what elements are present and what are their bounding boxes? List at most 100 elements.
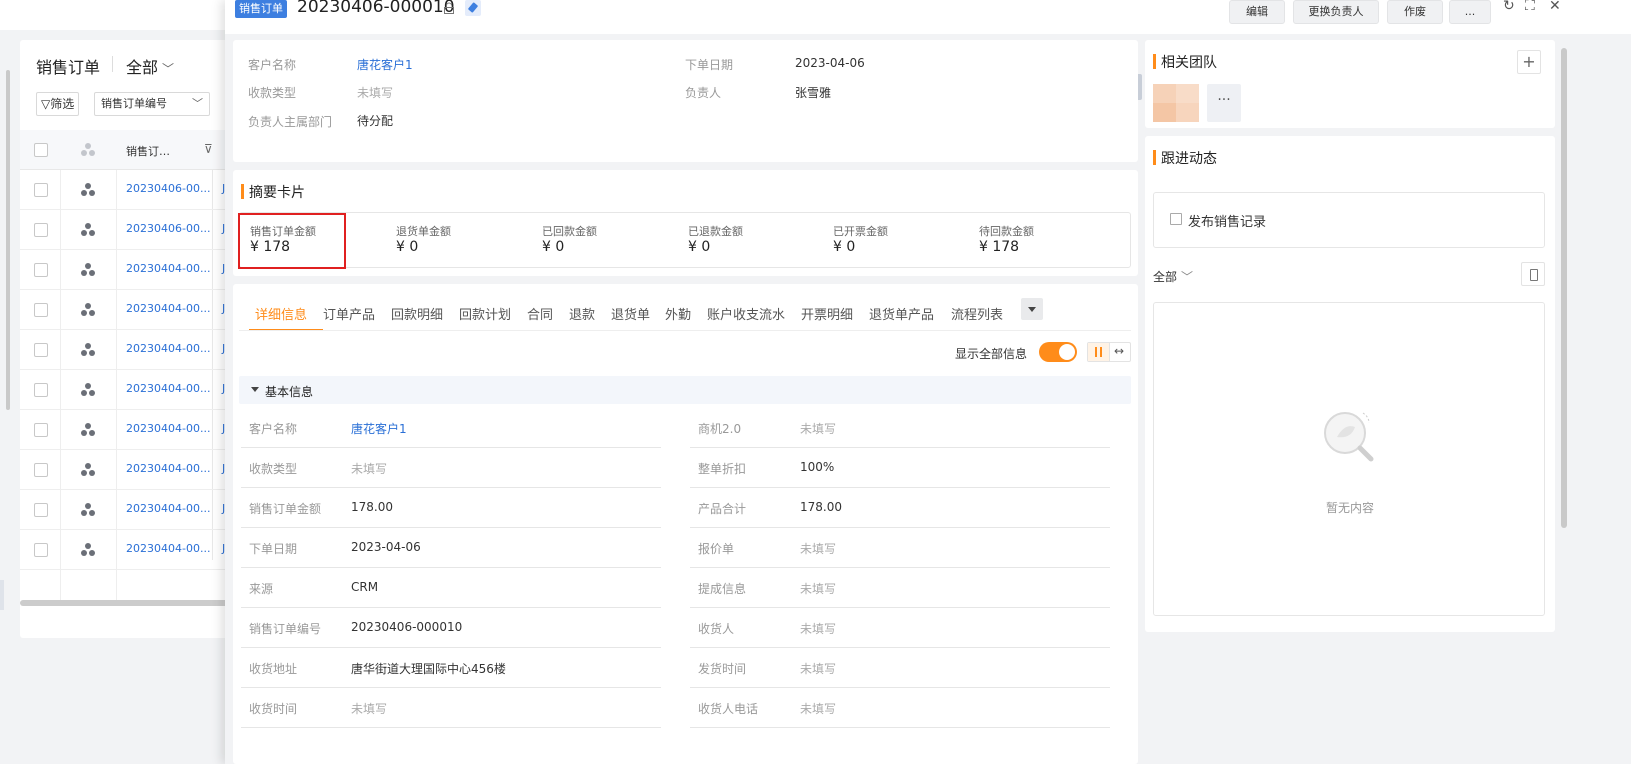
tab-item[interactable]: 外勤 xyxy=(665,304,691,323)
list-title-separator xyxy=(112,56,113,72)
order-no-link[interactable]: 20230404-00... xyxy=(126,342,210,355)
horizontal-scrollbar[interactable] xyxy=(20,600,260,606)
followup-filter-dropdown[interactable]: 全部 ﹀ xyxy=(1153,268,1193,285)
row-checkbox[interactable] xyxy=(34,543,48,557)
field-select[interactable]: 销售订单编号 ﹀ xyxy=(94,92,210,116)
table-row[interactable]: 20230404-00... J xyxy=(20,410,260,450)
void-button[interactable]: 作废 xyxy=(1387,0,1443,24)
table-row[interactable]: 20230406-00... J xyxy=(20,170,260,210)
row-checkbox[interactable] xyxy=(34,223,48,237)
add-member-button[interactable]: + xyxy=(1517,50,1541,74)
field-row: 发货时间 未填写 xyxy=(690,648,1110,688)
tab-item[interactable]: 账户收支流水 xyxy=(707,304,785,323)
column-filter-icon[interactable]: ⊽ xyxy=(204,142,213,156)
team-icon xyxy=(80,342,96,358)
team-panel: 相关团队 + ··· xyxy=(1145,40,1555,128)
field-row: 提成信息 未填写 xyxy=(690,568,1110,608)
order-no-link[interactable]: 20230404-00... xyxy=(126,462,210,475)
field-label: 整单折扣 xyxy=(698,462,747,476)
avatar[interactable] xyxy=(1153,84,1199,122)
customer-link[interactable]: 唐花客户1 xyxy=(357,56,413,73)
publish-sales-record[interactable]: 发布销售记录 xyxy=(1153,192,1545,248)
order-no-link[interactable]: 20230406-00... xyxy=(126,222,210,235)
order-no-link[interactable]: 20230406-00... xyxy=(126,182,210,195)
filter-button[interactable]: ▽筛选 xyxy=(36,92,80,116)
field-select-value: 销售订单编号 xyxy=(101,97,167,110)
summary-card: 已退款金额 ¥ 0 xyxy=(678,213,818,269)
table-row[interactable]: 20230404-00... J xyxy=(20,250,260,290)
mobile-view-button[interactable] xyxy=(1521,262,1545,286)
summary-label: 待回款金额 xyxy=(979,225,1034,238)
tab-item[interactable]: 合同 xyxy=(527,304,553,323)
field-value: 唐华街道大理国际中心456楼 xyxy=(351,662,506,676)
tab-item[interactable]: 回款明细 xyxy=(391,304,443,323)
row-checkbox[interactable] xyxy=(34,343,48,357)
order-no-link[interactable]: 20230404-00... xyxy=(126,262,210,275)
tab-item[interactable]: 详细信息 xyxy=(255,304,307,323)
order-no-link[interactable]: 20230404-00... xyxy=(126,422,210,435)
change-owner-button[interactable]: 更换负责人 xyxy=(1293,0,1379,24)
field-row: 产品合计 178.00 xyxy=(690,488,1110,528)
order-no-link[interactable]: 20230404-00... xyxy=(126,302,210,315)
table-row[interactable]: 20230404-00... J xyxy=(20,290,260,330)
left-scrollbar[interactable] xyxy=(6,70,10,410)
table-row[interactable]: 20230404-00... J xyxy=(20,490,260,530)
field-value[interactable]: 唐花客户1 xyxy=(351,420,407,437)
refresh-icon[interactable]: ↻ xyxy=(1503,0,1515,14)
row-checkbox[interactable] xyxy=(34,183,48,197)
order-date-label: 下单日期 xyxy=(685,58,734,72)
field-value: CRM xyxy=(351,580,379,594)
field-row: 报价单 未填写 xyxy=(690,528,1110,568)
field-value: 未填写 xyxy=(800,422,837,436)
summary-cards: 销售订单金额 ¥ 178 退货单金额 ¥ 0 已回款金额 ¥ 0 已退款金额 ¥ 0 已开票金额… xyxy=(238,212,1131,269)
more-tabs-button[interactable] xyxy=(1021,298,1043,320)
order-no-link[interactable]: 20230404-00... xyxy=(126,502,210,515)
field-value: 未填写 xyxy=(800,662,837,676)
column-header-order-no[interactable]: 销售订… xyxy=(126,143,170,159)
tab-item[interactable]: 退款 xyxy=(569,304,595,323)
drawer-header: 销售订单 20230406-000010 编辑 更换负责人 作废 ... ↻ ⛶… xyxy=(225,0,1631,34)
tab-divider xyxy=(239,330,1131,331)
team-icon xyxy=(80,142,96,158)
tab-item[interactable]: 流程列表 xyxy=(951,304,1003,323)
two-column-icon[interactable] xyxy=(1088,343,1110,361)
order-no-link[interactable]: 20230404-00... xyxy=(126,382,210,395)
tab-item[interactable]: 订单产品 xyxy=(323,304,375,323)
tab-item[interactable]: 退货单产品 xyxy=(869,304,934,323)
field-label: 销售订单编号 xyxy=(249,622,322,636)
field-row: 客户名称 唐花客户1 xyxy=(241,408,661,448)
fullscreen-icon[interactable]: ⛶ xyxy=(1525,0,1535,14)
table-row[interactable]: 20230404-00... J xyxy=(20,330,260,370)
row-checkbox[interactable] xyxy=(34,463,48,477)
row-checkbox[interactable] xyxy=(34,263,48,277)
group-header-basic-info[interactable]: 基本信息 xyxy=(239,376,1131,404)
field-value: 未填写 xyxy=(800,582,837,596)
more-actions-button[interactable]: ... xyxy=(1449,0,1491,24)
tab-item[interactable]: 开票明细 xyxy=(801,304,853,323)
order-no-link[interactable]: 20230404-00... xyxy=(126,542,210,555)
more-members-button[interactable]: ··· xyxy=(1207,84,1241,122)
chevron-down-icon: ﹀ xyxy=(162,62,175,76)
field-row: 收货人 未填写 xyxy=(690,608,1110,648)
tab-item[interactable]: 退货单 xyxy=(611,304,650,323)
page-scrollbar[interactable] xyxy=(1561,48,1567,528)
table-row[interactable]: 20230404-00... J xyxy=(20,370,260,410)
table-row[interactable]: 20230404-00... J xyxy=(20,450,260,490)
select-all-checkbox[interactable] xyxy=(34,143,48,157)
tab-item[interactable]: 回款计划 xyxy=(459,304,511,323)
field-value: 未填写 xyxy=(800,702,837,716)
row-checkbox[interactable] xyxy=(34,303,48,317)
scope-dropdown[interactable]: 全部 ﹀ xyxy=(126,54,174,78)
tag-icon[interactable] xyxy=(465,0,481,16)
expand-width-icon[interactable]: ↔ xyxy=(1114,344,1124,358)
summary-value: ¥ 178 xyxy=(979,239,1020,255)
close-icon[interactable]: ✕ xyxy=(1549,0,1561,14)
summary-panel: 摘要卡片 销售订单金额 ¥ 178 退货单金额 ¥ 0 已回款金额 ¥ 0 已退款金额 ¥ 0… xyxy=(233,170,1138,276)
table-row[interactable]: 20230406-00... J xyxy=(20,210,260,250)
row-checkbox[interactable] xyxy=(34,423,48,437)
row-checkbox[interactable] xyxy=(34,383,48,397)
edit-button[interactable]: 编辑 xyxy=(1229,0,1285,24)
table-row[interactable]: 20230404-00... J xyxy=(20,530,260,570)
row-checkbox[interactable] xyxy=(34,503,48,517)
show-all-toggle[interactable] xyxy=(1039,342,1077,362)
